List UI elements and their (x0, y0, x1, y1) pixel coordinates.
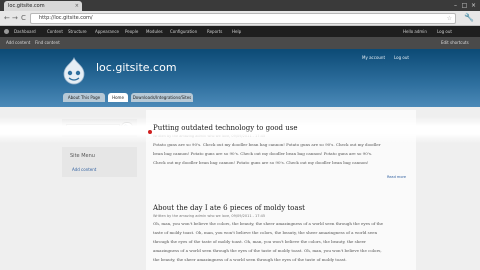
toolbar-item-modules[interactable]: Modules (146, 26, 163, 37)
toolbar-logout[interactable]: Log out (437, 26, 452, 37)
tab-close-icon[interactable]: × (75, 1, 79, 11)
forward-icon[interactable]: → (12, 14, 18, 22)
site-menu-title: Site Menu (70, 153, 95, 159)
tab-about[interactable]: About This Page (63, 93, 105, 102)
home-icon[interactable] (4, 29, 9, 34)
close-window-icon[interactable]: × (470, 2, 477, 9)
toolbar-item-content[interactable]: Content (47, 26, 63, 37)
shortcut-find-content[interactable]: Find content (35, 37, 60, 49)
site-header: loc.gitsite.com My account Log out About… (0, 49, 480, 107)
toolbar-item-help[interactable]: Help (232, 26, 241, 37)
minimize-icon[interactable]: – (452, 2, 459, 9)
back-icon[interactable]: ← (4, 14, 10, 22)
maximize-icon[interactable]: □ (461, 2, 468, 9)
address-url[interactable]: http://loc.gitsite.com/ (39, 14, 93, 23)
reload-icon[interactable]: C (21, 14, 26, 22)
article-body-line: Oh, man, you won't believe the colors, t… (153, 221, 384, 226)
article-title-overlay[interactable]: Putting outdated technology to good use (153, 124, 297, 132)
edit-shortcuts-link[interactable]: Edit shortcuts (441, 37, 469, 49)
article-body-line: bean bag cannon! Potato guns are so 90's… (153, 151, 373, 156)
tab-downloads[interactable]: Downloads/Integrations/Sites (131, 93, 193, 102)
article-body-line: taste of moldy toast. Oh, man, you won't… (153, 230, 378, 235)
my-account-link[interactable]: My account (362, 55, 385, 60)
toolbar-item-configuration[interactable]: Configuration (170, 26, 197, 37)
browser-tab-title: loc.gitsite.com (8, 3, 45, 9)
shortcut-bar: Add content Find content Edit shortcuts (0, 37, 480, 49)
browser-tab[interactable]: loc.gitsite.com × (4, 1, 82, 11)
admin-toolbar: Dashboard Content Structure Appearance P… (0, 26, 480, 37)
article-meta: Written by the amazing admin who we love… (153, 214, 266, 218)
article-title[interactable]: About the day I ate 6 pieces of moldy to… (153, 204, 305, 212)
toolbar-item-appearance[interactable]: Appearance (95, 26, 119, 37)
article-body-line: amazingness of a world seen through the … (153, 248, 382, 253)
toolbar-item-reports[interactable]: Reports (207, 26, 222, 37)
bookmark-star-icon[interactable]: ☆ (447, 14, 452, 23)
toolbar-user[interactable]: Hello admin (403, 26, 427, 37)
read-more-link[interactable]: Read more (387, 175, 406, 179)
article-body-line: Check out my doodler bean bag cannon! Po… (153, 160, 369, 165)
site-name[interactable]: loc.gitsite.com (96, 61, 177, 74)
toolbar-item-structure[interactable]: Structure (68, 26, 87, 37)
tab-home[interactable]: Home (108, 93, 128, 102)
site-menu-block (62, 147, 137, 177)
cursor-marker-icon (148, 130, 152, 134)
add-content-link[interactable]: Add content (72, 167, 96, 172)
address-bar[interactable]: http://loc.gitsite.com/ ☆ (30, 13, 456, 24)
article-body-line: the beauty, the sheer amazingness of a w… (153, 257, 347, 262)
article-body-line: through the eyes of the taste of moldy t… (153, 239, 366, 244)
shortcut-add-content[interactable]: Add content (6, 37, 30, 49)
drupal-logo-icon[interactable] (62, 57, 86, 85)
browser-tab-bar: loc.gitsite.com × – □ × (0, 0, 480, 11)
toolbar-item-people[interactable]: People (125, 26, 138, 37)
toolbar-item-dashboard[interactable]: Dashboard (14, 26, 36, 37)
browser-toolbar: ← → C http://loc.gitsite.com/ ☆ 🔧 (0, 11, 480, 26)
wrench-menu-icon[interactable]: 🔧 (464, 13, 474, 22)
log-out-link[interactable]: Log out (394, 55, 409, 60)
